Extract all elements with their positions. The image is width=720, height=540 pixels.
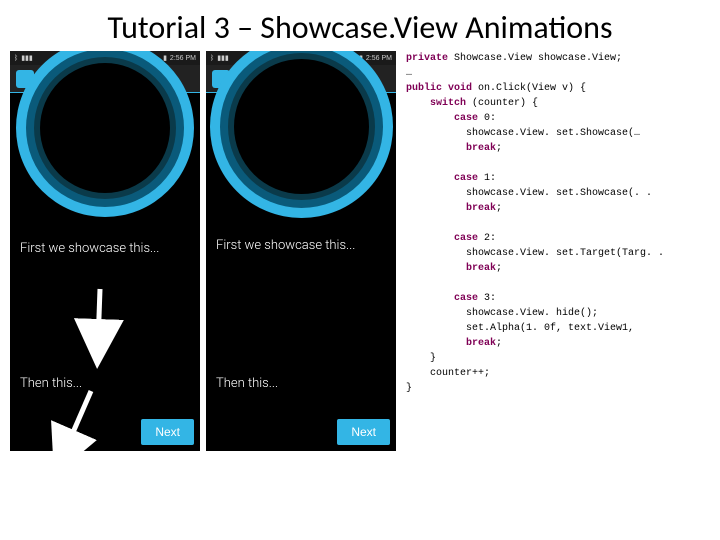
signal-icon: ▮▮▮ (217, 54, 229, 62)
slide-title: Tutorial 3 – Showcase.View Animations (0, 0, 720, 51)
signal-icon: ▮▮▮ (21, 54, 33, 62)
next-button[interactable]: Next (141, 419, 194, 445)
code-text: } (406, 383, 412, 394)
code-text: 2: (478, 233, 496, 244)
code-kw: break (406, 338, 496, 349)
next-button[interactable]: Next (337, 419, 390, 445)
code-text: showcase.View. set.Showcase(… (406, 128, 640, 139)
status-time: 2:56 PM (170, 55, 196, 62)
showcase-overlay (10, 93, 200, 451)
code-text: set.Alpha(1. 0f, text.View1, (406, 323, 634, 334)
showcase-text-2: Then this... (20, 376, 82, 391)
showcase-overlay (206, 93, 396, 451)
code-text: ; (496, 263, 502, 274)
bluetooth-icon: ᛒ (14, 55, 18, 62)
code-text: (counter) { (466, 98, 538, 109)
code-text: Showcase.View showcase.View; (448, 53, 622, 64)
code-text: showcase.View. hide(); (406, 308, 598, 319)
code-text: ; (496, 203, 502, 214)
status-time: 2:56 PM (366, 55, 392, 62)
code-text: … (406, 68, 412, 79)
code-kw: case (406, 293, 478, 304)
code-text: 3: (478, 293, 496, 304)
code-text: 0: (478, 113, 496, 124)
code-text: on.Click(View v) { (472, 83, 586, 94)
code-text: counter++; (406, 368, 490, 379)
showcase-highlight-circle (234, 59, 369, 194)
showcase-text-1: First we showcase this... (216, 238, 355, 253)
code-kw: case (406, 113, 478, 124)
showcase-highlight-circle (40, 63, 170, 193)
phone-screenshot-1: ᛒ ▮▮▮ ▲ ▮ 2:56 PM Showcase Sample First … (10, 51, 200, 451)
showcase-text-1: First we showcase this... (20, 241, 159, 256)
code-kw: break (406, 263, 496, 274)
code-kw: switch (406, 98, 466, 109)
bluetooth-icon: ᛒ (210, 55, 214, 62)
code-kw: public void (406, 83, 472, 94)
code-text: } (406, 353, 436, 364)
code-kw: case (406, 173, 478, 184)
code-kw: break (406, 143, 496, 154)
app-icon (212, 70, 230, 88)
battery-icon: ▮ (163, 54, 167, 62)
code-text: ; (496, 143, 502, 154)
showcase-text-2: Then this... (216, 376, 278, 391)
code-text: ; (496, 338, 502, 349)
phone-screenshot-2: ᛒ ▮▮▮ ▲ ▮ 2:56 PM Showcase Sample First … (206, 51, 396, 451)
wifi-icon: ▲ (349, 55, 356, 62)
slide-content: ᛒ ▮▮▮ ▲ ▮ 2:56 PM Showcase Sample First … (0, 51, 720, 451)
wifi-icon: ▲ (153, 55, 160, 62)
code-text: showcase.View. set.Showcase(. . (406, 188, 652, 199)
battery-icon: ▮ (359, 54, 363, 62)
code-kw: break (406, 203, 496, 214)
code-kw: private (406, 53, 448, 64)
code-kw: case (406, 233, 478, 244)
code-snippet: private Showcase.View showcase.View; … p… (402, 51, 710, 451)
code-text: showcase.View. set.Target(Targ. . (406, 248, 664, 259)
app-icon (16, 70, 34, 88)
code-text: 1: (478, 173, 496, 184)
